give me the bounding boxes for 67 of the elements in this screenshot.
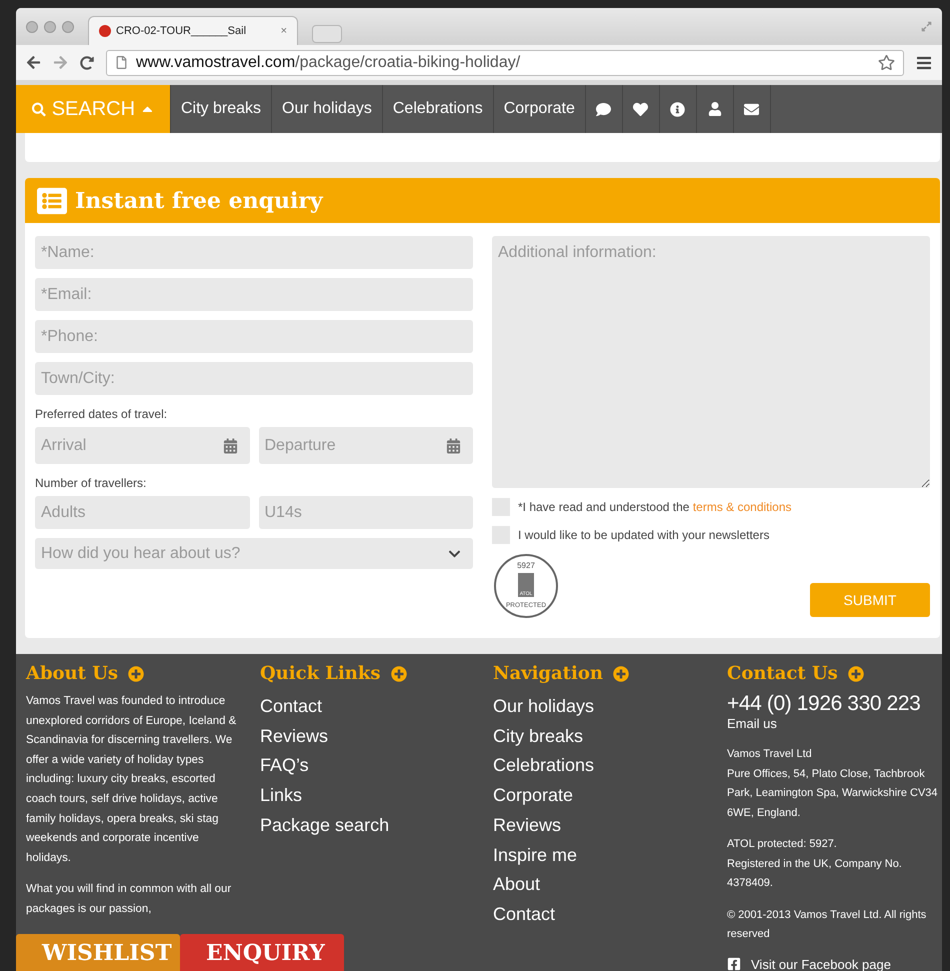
checkbox[interactable] bbox=[492, 498, 510, 516]
about-text: Vamos Travel was founded to introduce unexplored corridors of Europe, Iceland & Scandinavia for discerning travellers. We offer a wide variety of holiday types including: luxury city breaks, escorted coach tours, self drive holidays, active family holidays, opera breaks, ski stag weekends and corporate incentive holidays. bbox=[26, 694, 238, 866]
date-field[interactable]: Departure bbox=[258, 427, 473, 464]
input-field[interactable]: Adults bbox=[35, 496, 250, 529]
date-field[interactable]: Arrival bbox=[35, 427, 250, 464]
input-field[interactable]: *Email: bbox=[35, 278, 473, 311]
plus-icon[interactable] bbox=[612, 666, 629, 682]
menu-icon[interactable] bbox=[916, 54, 932, 70]
reload-icon[interactable] bbox=[80, 56, 94, 70]
bottom-tab[interactable]: ENQUIRY bbox=[180, 934, 344, 971]
select-field[interactable]: How did you hear about us? bbox=[35, 538, 473, 569]
list-icon bbox=[37, 186, 67, 216]
field-label: Preferred dates of travel: bbox=[35, 407, 168, 421]
footer-link[interactable]: Reviews bbox=[260, 722, 493, 752]
plus-icon[interactable] bbox=[128, 666, 144, 682]
footer-link[interactable]: Contact bbox=[493, 900, 727, 930]
footer-heading: Navigation bbox=[493, 663, 603, 684]
url-text: www.vamostravel.com/package/croatia-biking-holiday/ bbox=[136, 54, 520, 72]
close-dot[interactable] bbox=[26, 20, 38, 32]
address-bar[interactable]: www.vamostravel.com/package/croatia-biking-holiday/ bbox=[106, 50, 904, 76]
checkbox-label: *I have read and understood the terms & conditions bbox=[518, 500, 792, 514]
footer-link[interactable]: Contact bbox=[260, 692, 493, 722]
footer-heading: Quick Links bbox=[260, 663, 380, 684]
input-field[interactable]: *Name: bbox=[35, 236, 473, 269]
calendar-icon bbox=[222, 438, 238, 453]
minimize-dot[interactable] bbox=[44, 20, 56, 32]
message-field[interactable]: Additional information: bbox=[492, 236, 930, 488]
browser-tab[interactable]: CRO-02-TOUR______Sail × bbox=[88, 16, 298, 45]
close-icon[interactable]: × bbox=[280, 25, 287, 37]
footer-link[interactable]: About bbox=[493, 870, 727, 900]
contact-text: ATOL protected: 5927. bbox=[727, 837, 838, 852]
footer-heading: Contact Us bbox=[727, 663, 838, 684]
footer-link[interactable]: Package search bbox=[260, 810, 493, 841]
card-title: Instant free enquiry bbox=[75, 188, 323, 214]
footer-link[interactable]: Celebrations bbox=[493, 751, 727, 782]
footer-link[interactable]: City breaks bbox=[493, 722, 727, 752]
footer-link[interactable]: Corporate bbox=[493, 781, 727, 811]
contact-text: © 2001-2013 Vamos Travel Ltd. All rights reserved bbox=[727, 908, 928, 942]
calendar-icon bbox=[446, 438, 461, 453]
about-text: What you will find in common with all our packages is our passion, bbox=[26, 882, 232, 917]
input-field[interactable]: *Phone: bbox=[35, 320, 473, 353]
favicon-icon bbox=[99, 25, 111, 37]
footer-link[interactable]: Links bbox=[260, 781, 493, 811]
star-icon[interactable] bbox=[878, 54, 895, 71]
contact-text: Pure Offices, 54, Plato Close, Tachbrook Park, Leamington Spa, Warwickshire CV34 6WE, England. bbox=[727, 766, 938, 820]
page-icon bbox=[115, 56, 128, 69]
checkbox[interactable] bbox=[492, 526, 510, 544]
plus-icon[interactable] bbox=[848, 666, 864, 682]
footer-link[interactable]: Reviews bbox=[493, 810, 727, 841]
contact-text: Vamos Travel Ltd bbox=[727, 747, 813, 762]
email-link[interactable]: Email us bbox=[727, 716, 938, 731]
field-label: Number of travellers: bbox=[35, 476, 148, 490]
input-field[interactable]: U14s bbox=[258, 496, 473, 529]
input-field[interactable]: Town/City: bbox=[35, 362, 473, 395]
footer-heading: About Us bbox=[26, 663, 118, 684]
facebook-link[interactable]: Visit our Facebook page bbox=[727, 956, 938, 971]
footer-link[interactable]: Inspire me bbox=[493, 840, 727, 870]
checkbox-label: I would like to be updated with your newsletters bbox=[518, 528, 770, 542]
search-icon bbox=[32, 100, 46, 118]
contact-text: Registered in the UK, Company No. 4378409. bbox=[727, 856, 903, 891]
facebook-icon bbox=[727, 957, 741, 971]
phone-number[interactable]: +44 (0) 1926 330 223 bbox=[727, 692, 938, 716]
plus-icon[interactable] bbox=[390, 666, 406, 682]
footer-link[interactable]: Our holidays bbox=[493, 692, 727, 722]
footer-link[interactable]: FAQ’s bbox=[260, 751, 493, 782]
zoom-dot[interactable] bbox=[62, 20, 74, 32]
back-icon[interactable] bbox=[26, 55, 41, 70]
